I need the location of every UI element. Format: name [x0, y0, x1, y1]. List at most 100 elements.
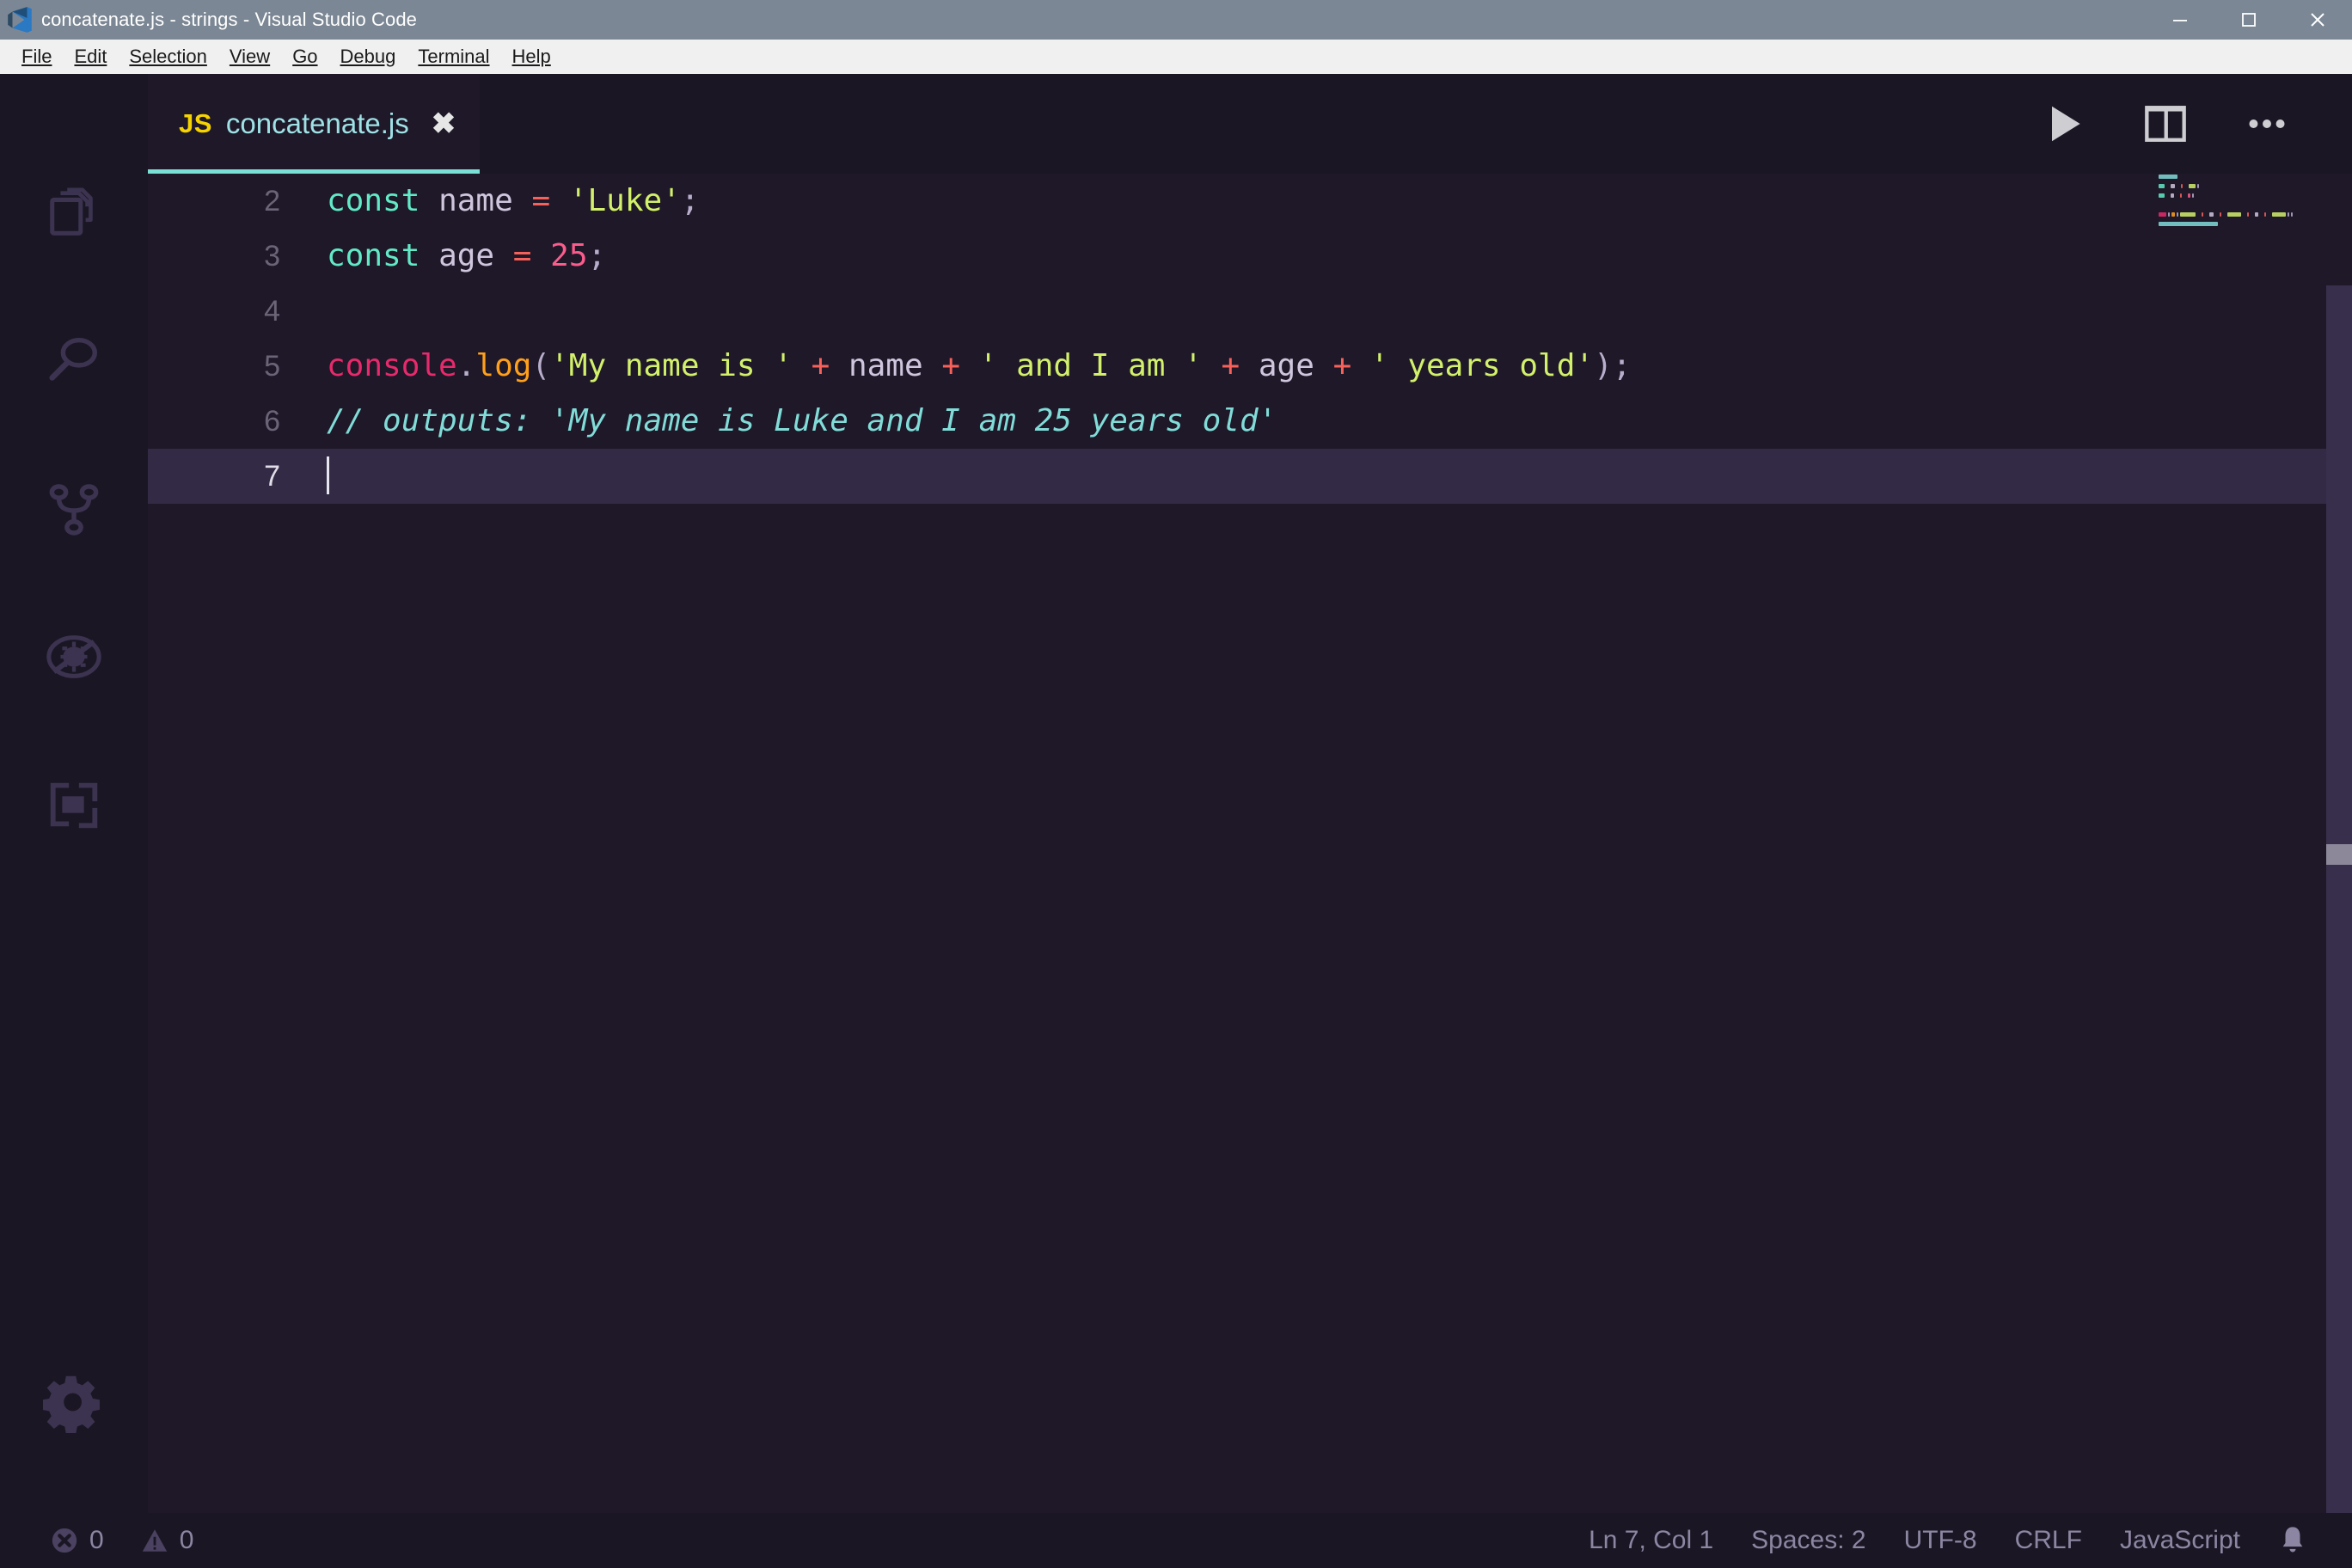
menu-edit-label: Edit	[74, 46, 107, 67]
menu-item-go[interactable]: Go	[281, 40, 328, 74]
status-notifications[interactable]	[2259, 1524, 2326, 1557]
vscode-window: concatenate.js - strings - Visual Studio…	[0, 0, 2352, 1568]
split-editor-icon	[2143, 101, 2188, 146]
code-token: ;	[588, 238, 607, 273]
menu-item-view[interactable]: View	[218, 40, 281, 74]
tab-bar-empty-area	[480, 74, 2013, 174]
status-errors[interactable]: 0	[36, 1526, 118, 1555]
line-number: 4	[148, 284, 304, 339]
code-line[interactable]: 6// outputs: 'My name is Luke and I am 2…	[148, 394, 2352, 449]
status-encoding[interactable]: UTF-8	[1885, 1526, 1996, 1555]
status-eol[interactable]: CRLF	[1996, 1526, 2101, 1555]
scrollbar-track[interactable]	[2326, 285, 2352, 1513]
menu-item-debug[interactable]: Debug	[329, 40, 407, 74]
code-token: (	[531, 348, 550, 383]
tab-label: concatenate.js	[226, 107, 409, 140]
window-title: concatenate.js - strings - Visual Studio…	[41, 9, 417, 31]
search-icon	[44, 331, 104, 391]
tab-concatenate-js[interactable]: JS concatenate.js ✖	[148, 74, 480, 174]
status-bar-right: Ln 7, Col 1 Spaces: 2 UTF-8 CRLF JavaScr…	[1570, 1524, 2352, 1557]
editor-scrollbar[interactable]	[2326, 174, 2352, 1513]
code-token	[531, 238, 550, 273]
sidebar-item-search[interactable]	[0, 287, 148, 435]
close-icon[interactable]: ✖	[432, 109, 456, 138]
line-text[interactable]: console.log('My name is ' + name + ' and…	[304, 339, 2352, 394]
menu-selection-label: Selection	[129, 46, 207, 67]
code-token: =	[513, 238, 532, 273]
code-line[interactable]: 4	[148, 284, 2352, 339]
code-token: )	[1594, 348, 1613, 383]
extensions-icon	[44, 775, 104, 835]
code-token: .	[457, 348, 476, 383]
code-token: ' years old'	[1370, 348, 1594, 383]
code-token	[420, 183, 438, 218]
status-warnings[interactable]: 0	[126, 1526, 208, 1555]
code-line[interactable]: 3const age = 25;	[148, 229, 2352, 284]
sidebar-item-source-control[interactable]	[0, 435, 148, 583]
title-bar: concatenate.js - strings - Visual Studio…	[0, 0, 2352, 40]
code-token	[960, 348, 979, 383]
vscode-logo-icon	[5, 5, 34, 34]
minimize-icon[interactable]	[2146, 0, 2214, 40]
code-token	[793, 348, 812, 383]
line-number: 5	[148, 339, 304, 394]
code-token: +	[1222, 348, 1240, 383]
run-button[interactable]	[2013, 74, 2115, 174]
status-cursor-position[interactable]: Ln 7, Col 1	[1570, 1526, 1732, 1555]
line-text[interactable]: const name = 'Luke';	[304, 174, 2352, 229]
code-token	[1240, 348, 1259, 383]
code-token: const	[327, 238, 420, 273]
menu-item-edit[interactable]: Edit	[63, 40, 118, 74]
close-icon[interactable]	[2283, 0, 2352, 40]
split-editor-button[interactable]	[2115, 74, 2216, 174]
menu-item-help[interactable]: Help	[501, 40, 562, 74]
menu-item-terminal[interactable]: Terminal	[407, 40, 500, 74]
code-token: const	[327, 183, 420, 218]
line-text[interactable]: const age = 25;	[304, 229, 2352, 284]
line-text[interactable]	[304, 449, 2352, 504]
code-token: 25	[550, 238, 587, 273]
code-content[interactable]: 2const name = 'Luke';3const age = 25;45c…	[148, 174, 2352, 1513]
status-errors-count: 0	[89, 1526, 104, 1555]
code-token	[494, 238, 513, 273]
code-token: +	[812, 348, 830, 383]
maximize-icon[interactable]	[2214, 0, 2283, 40]
more-actions-button[interactable]	[2216, 74, 2318, 174]
menu-go-label: Go	[292, 46, 317, 67]
play-icon	[2040, 100, 2088, 148]
ellipsis-icon	[2243, 100, 2291, 148]
code-token	[1351, 348, 1370, 383]
menu-item-selection[interactable]: Selection	[118, 40, 218, 74]
line-number: 2	[148, 174, 304, 229]
sidebar-item-manage[interactable]	[0, 1365, 148, 1513]
code-token	[1314, 348, 1333, 383]
code-line[interactable]: 2const name = 'Luke';	[148, 174, 2352, 229]
sidebar-item-explorer[interactable]	[0, 139, 148, 287]
code-token: ;	[1613, 348, 1632, 383]
code-line[interactable]: 7	[148, 449, 2352, 504]
window-controls	[2146, 0, 2352, 40]
bell-icon	[2278, 1524, 2307, 1557]
sidebar-item-debug[interactable]	[0, 583, 148, 731]
code-token: +	[941, 348, 960, 383]
sidebar-item-extensions[interactable]	[0, 731, 148, 879]
text-editor[interactable]: 2const name = 'Luke';3const age = 25;45c…	[148, 174, 2352, 1513]
code-token: +	[1333, 348, 1352, 383]
code-token: // outputs: 'My name is Luke and I am 25…	[327, 403, 1277, 438]
menu-item-file[interactable]: File	[10, 40, 63, 74]
menu-help-label: Help	[512, 46, 551, 67]
editor-group: JS concatenate.js ✖	[148, 74, 2352, 1513]
line-number: 7	[148, 449, 304, 504]
code-token: ;	[681, 183, 700, 218]
code-token	[550, 183, 569, 218]
code-token: 'Luke'	[569, 183, 681, 218]
code-token: ' and I am '	[979, 348, 1203, 383]
workbench: JS concatenate.js ✖	[0, 74, 2352, 1513]
status-language-mode[interactable]: JavaScript	[2101, 1526, 2259, 1555]
menu-view-label: View	[230, 46, 270, 67]
code-token: name	[848, 348, 923, 383]
code-line[interactable]: 5console.log('My name is ' + name + ' an…	[148, 339, 2352, 394]
status-indentation[interactable]: Spaces: 2	[1732, 1526, 1884, 1555]
scrollbar-thumb[interactable]	[2326, 844, 2352, 865]
line-text[interactable]: // outputs: 'My name is Luke and I am 25…	[304, 394, 2352, 449]
